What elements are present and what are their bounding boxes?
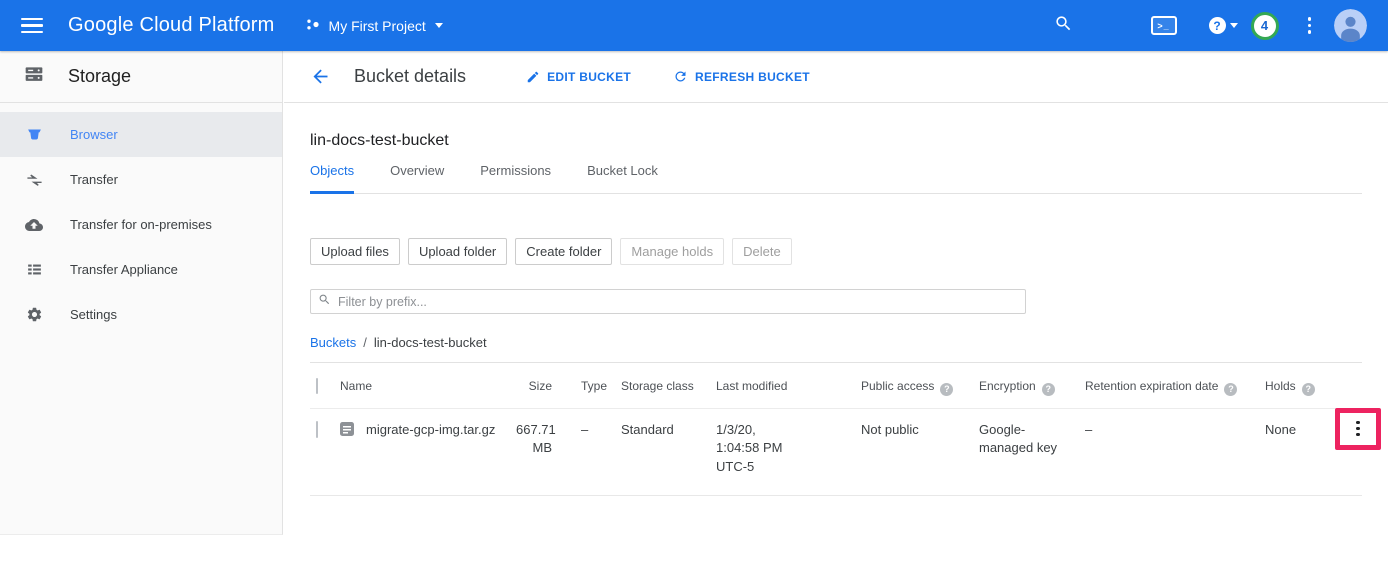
column-header-size: Size [516,379,561,393]
column-header-retention: Retention expiration date? [1085,379,1265,396]
back-arrow-icon[interactable] [310,66,331,87]
cloud-upload-icon [25,216,43,234]
public-access-cell: Not public [861,421,979,440]
avatar[interactable] [1334,9,1367,42]
chevron-down-icon [1230,23,1238,28]
row-checkbox[interactable] [316,421,318,438]
sidebar-item-browser[interactable]: Browser [0,112,282,157]
storage-class-cell: Standard [621,421,716,440]
encryption-cell: Google-managed key [979,421,1085,459]
sidebar-item-label: Transfer for on-premises [70,217,212,232]
last-modified-cell: 1/3/20, 1:04:58 PM UTC-5 [716,421,861,478]
help-icon: ? [1209,17,1226,34]
filter-input[interactable] [338,295,1018,309]
menu-icon[interactable] [21,14,43,38]
filter-field[interactable] [310,289,1026,314]
sidebar: Storage Browser Transfer Transfer for on… [0,51,283,535]
breadcrumb-separator: / [363,335,367,350]
column-header-encryption: Encryption? [979,379,1085,396]
project-name: My First Project [329,18,426,34]
file-icon [339,421,355,443]
page-header: Bucket details EDIT BUCKET REFRESH BUCKE… [284,51,1388,103]
sidebar-item-settings[interactable]: Settings [0,292,282,337]
tab-bar: Objects Overview Permissions Bucket Lock [310,163,1362,194]
help-menu[interactable]: ? [1209,17,1238,34]
object-name-cell[interactable]: migrate-gcp-img.tar.gz [336,421,516,443]
size-cell: 667.71 MB [516,421,561,459]
help-icon[interactable]: ? [1224,383,1237,396]
tab-objects[interactable]: Objects [310,163,354,194]
sidebar-header: Storage [0,51,282,103]
retention-cell: – [1085,421,1265,440]
sidebar-item-transfer-on-premises[interactable]: Transfer for on-premises [0,202,282,247]
manage-holds-button: Manage holds [620,238,724,265]
sidebar-item-label: Browser [70,127,118,142]
table-row: migrate-gcp-img.tar.gz 667.71 MB – Stand… [310,408,1362,497]
search-icon[interactable] [1054,14,1073,38]
notifications-badge[interactable]: 4 [1251,12,1279,40]
tab-permissions[interactable]: Permissions [480,163,551,193]
gear-icon [25,306,43,323]
refresh-icon [673,69,688,84]
sidebar-item-transfer[interactable]: Transfer [0,157,282,202]
cloud-shell-icon[interactable]: >_ [1151,16,1177,35]
page-title: Bucket details [354,66,466,87]
refresh-bucket-button[interactable]: REFRESH BUCKET [673,69,810,84]
sidebar-item-transfer-appliance[interactable]: Transfer Appliance [0,247,282,292]
project-selector-icon [306,18,320,34]
breadcrumb: Buckets / lin-docs-test-bucket [310,335,1362,350]
top-app-bar: Google Cloud Platform My First Project >… [0,0,1388,51]
object-toolbar: Upload files Upload folder Create folder… [310,238,1362,265]
column-header-storage-class: Storage class [621,379,716,393]
help-icon[interactable]: ? [940,383,953,396]
more-options-icon[interactable] [1304,13,1316,38]
help-icon[interactable]: ? [1302,383,1315,396]
column-header-name: Name [336,379,516,393]
select-all-checkbox[interactable] [316,378,318,394]
sidebar-item-label: Transfer [70,172,118,187]
transfer-arrows-icon [25,171,43,188]
tab-bucket-lock[interactable]: Bucket Lock [587,163,658,193]
delete-button: Delete [732,238,792,265]
create-folder-button[interactable]: Create folder [515,238,612,265]
column-header-type: Type [561,379,621,393]
sidebar-item-label: Transfer Appliance [70,262,178,277]
project-switcher[interactable]: My First Project [306,18,443,34]
breadcrumb-buckets-link[interactable]: Buckets [310,335,356,350]
type-cell: – [561,421,621,440]
appliance-list-icon [25,261,43,278]
help-icon[interactable]: ? [1042,383,1055,396]
pencil-icon [526,70,540,84]
product-logo[interactable]: Google Cloud Platform [68,14,275,37]
sidebar-item-label: Settings [70,307,117,322]
tab-overview[interactable]: Overview [390,163,444,193]
bucket-icon [25,126,43,143]
object-name: migrate-gcp-img.tar.gz [366,421,495,440]
bucket-name-heading: lin-docs-test-bucket [310,132,1362,150]
column-header-public-access: Public access? [861,379,979,396]
chevron-down-icon [435,23,443,28]
sidebar-title: Storage [68,66,131,87]
breadcrumb-current: lin-docs-test-bucket [374,335,487,350]
upload-files-button[interactable]: Upload files [310,238,400,265]
storage-product-icon [23,64,45,89]
edit-bucket-button[interactable]: EDIT BUCKET [526,70,631,84]
upload-folder-button[interactable]: Upload folder [408,238,507,265]
row-menu-icon[interactable] [1353,418,1363,440]
holds-cell: None [1265,421,1327,440]
column-header-holds: Holds? [1265,379,1327,396]
column-header-last-modified: Last modified [716,379,861,393]
annotation-highlight [1335,408,1381,450]
search-icon [318,293,331,311]
table-header-row: Name Size Type Storage class Last modifi… [310,363,1362,408]
